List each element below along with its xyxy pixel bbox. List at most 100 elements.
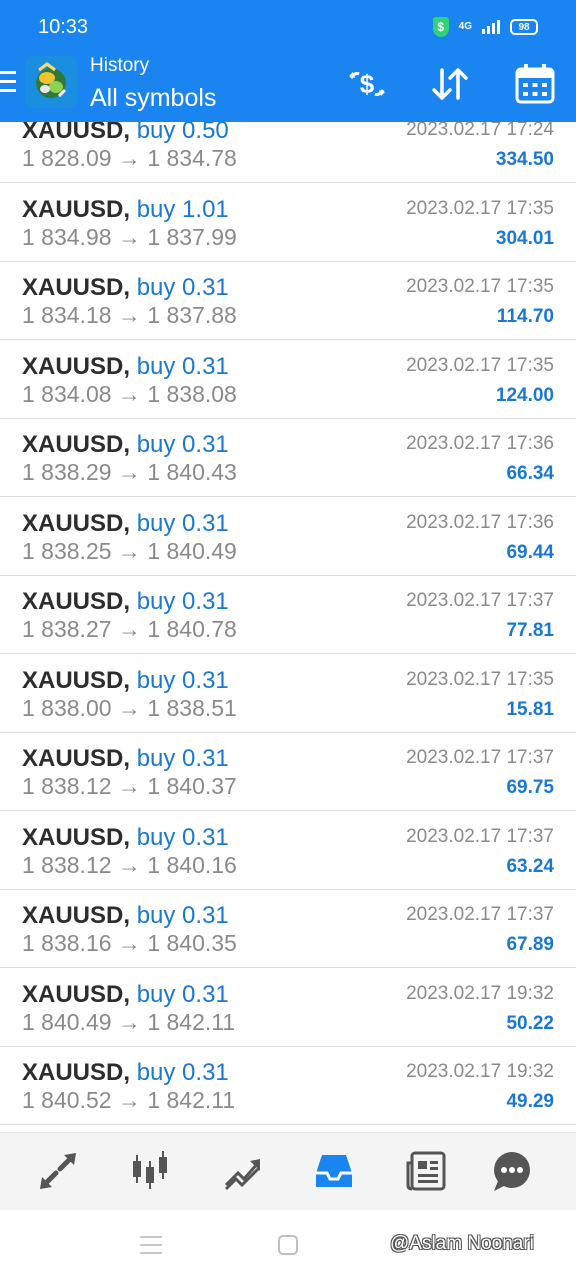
trade-side-volume: buy 0.31 bbox=[136, 352, 229, 380]
close-price: 1 840.35 bbox=[147, 930, 237, 956]
trade-row[interactable]: XAUUSD, buy 0.31 1 838.29 → 1 840.43 2023.… bbox=[0, 419, 576, 497]
svg-text:$: $ bbox=[360, 69, 375, 99]
trade-prices: 1 838.27 → 1 840.78 bbox=[22, 616, 237, 643]
currency-exchange-icon[interactable]: $ bbox=[345, 62, 389, 106]
trade-profit: 114.70 bbox=[496, 306, 554, 327]
trade-profit: 334.50 bbox=[495, 149, 554, 170]
trade-side-volume: buy 0.31 bbox=[136, 902, 229, 929]
open-price: 1 828.09 bbox=[22, 145, 112, 171]
symbol-name: XAUUSD, bbox=[22, 431, 131, 458]
trade-side-volume: buy 0.31 bbox=[136, 1059, 229, 1086]
trade-row[interactable]: XAUUSD, buy 0.31 1 838.16 → 1 840.35 2023.… bbox=[0, 890, 576, 968]
trade-row[interactable]: XAUUSD, buy 0.31 1 834.08 → 1 838.08 2023.… bbox=[0, 341, 576, 419]
news-icon[interactable] bbox=[404, 1149, 448, 1193]
open-price: 1 838.29 bbox=[22, 459, 112, 485]
trade-time: 2023.02.17 17:37 bbox=[406, 904, 554, 925]
trade-time: 2023.02.17 17:24 bbox=[406, 122, 554, 140]
home-icon[interactable] bbox=[278, 1235, 298, 1255]
trade-time: 2023.02.17 17:35 bbox=[406, 197, 554, 219]
battery-icon: 98 bbox=[510, 19, 538, 35]
trade-profit: 69.75 bbox=[506, 777, 554, 798]
symbol-name: XAUUSD, bbox=[22, 274, 131, 301]
arrow-icon: → bbox=[117, 223, 141, 250]
trade-row[interactable]: XAUUSD, buy 0.31 1 838.25 → 1 840.49 2023.… bbox=[0, 498, 576, 576]
trade-profit: 69.44 bbox=[506, 541, 554, 563]
trade-side-volume: buy 0.31 bbox=[136, 980, 229, 1008]
close-price: 1 840.43 bbox=[147, 459, 237, 485]
calendar-icon[interactable] bbox=[513, 62, 557, 106]
recent-apps-icon[interactable] bbox=[140, 1236, 162, 1256]
close-price: 1 842.11 bbox=[147, 1087, 236, 1113]
trade-side-volume: buy 0.31 bbox=[136, 431, 229, 458]
trade-profit: 50.22 bbox=[506, 1012, 554, 1034]
sort-icon[interactable] bbox=[428, 62, 472, 106]
arrow-icon: → bbox=[117, 1087, 141, 1113]
trade-symbol: XAUUSD, buy 0.50 bbox=[22, 122, 229, 145]
trade-prices: 1 834.18 → 1 837.88 bbox=[22, 302, 237, 329]
symbol-name: XAUUSD, bbox=[22, 1059, 131, 1086]
trade-history-list[interactable]: XAUUSD, buy 0.50 1 828.09 → 1 834.78 2023.… bbox=[0, 122, 576, 1132]
shield-icon: $ bbox=[432, 17, 449, 37]
trade-prices: 1 828.09 → 1 834.78 bbox=[22, 145, 237, 172]
quotes-icon[interactable] bbox=[36, 1149, 80, 1193]
trade-profit: 63.24 bbox=[506, 855, 554, 877]
chat-icon[interactable] bbox=[490, 1149, 534, 1193]
watermark: @Aslam Noonari bbox=[390, 1233, 534, 1254]
trade-prices: 1 834.98 → 1 837.99 bbox=[22, 224, 237, 251]
trade-row[interactable]: XAUUSD, buy 0.50 1 828.09 → 1 834.78 2023.… bbox=[0, 122, 576, 183]
trade-row[interactable]: XAUUSD, buy 0.31 1 840.52 → 1 842.11 2023.… bbox=[0, 1047, 576, 1125]
trade-side-volume: buy 0.31 bbox=[136, 274, 229, 301]
trade-time: 2023.02.17 19:32 bbox=[406, 1061, 554, 1082]
symbol-filter[interactable]: All symbols bbox=[90, 84, 216, 113]
trade-row[interactable]: XAUUSD, buy 1.01 1 834.98 → 1 837.99 2023.… bbox=[0, 184, 576, 262]
arrow-icon: → bbox=[117, 145, 141, 171]
system-navigation-bar: @Aslam Noonari bbox=[0, 1210, 576, 1280]
open-price: 1 840.49 bbox=[22, 1008, 112, 1035]
open-price: 1 838.16 bbox=[22, 930, 112, 956]
charts-icon[interactable] bbox=[128, 1149, 172, 1193]
symbol-name: XAUUSD, bbox=[22, 666, 131, 694]
arrow-icon: → bbox=[117, 773, 141, 799]
history-icon[interactable] bbox=[312, 1149, 356, 1193]
arrow-icon: → bbox=[117, 694, 141, 721]
trade-time: 2023.02.17 17:36 bbox=[406, 511, 554, 533]
symbol-name: XAUUSD, bbox=[22, 509, 131, 537]
status-icons: $ 4G 98 bbox=[432, 17, 538, 37]
close-price: 1 840.78 bbox=[147, 616, 237, 642]
arrow-icon: → bbox=[117, 302, 141, 328]
trade-profit: 15.81 bbox=[506, 698, 554, 720]
trade-symbol: XAUUSD, buy 0.31 bbox=[22, 745, 229, 773]
trade-row[interactable]: XAUUSD, buy 0.31 1 838.12 → 1 840.37 2023.… bbox=[0, 733, 576, 811]
symbol-name: XAUUSD, bbox=[22, 352, 131, 380]
trade-row[interactable]: XAUUSD, buy 0.31 1 838.27 → 1 840.78 2023.… bbox=[0, 576, 576, 654]
trade-symbol: XAUUSD, buy 0.31 bbox=[22, 902, 229, 930]
symbol-name: XAUUSD, bbox=[22, 588, 131, 615]
trade-row[interactable]: XAUUSD, buy 0.31 1 834.18 → 1 837.88 2023.… bbox=[0, 262, 576, 340]
trade-symbol: XAUUSD, buy 1.01 bbox=[22, 196, 229, 224]
network-type: 4G bbox=[458, 21, 472, 32]
trade-prices: 1 838.29 → 1 840.43 bbox=[22, 459, 237, 486]
trade-row[interactable]: XAUUSD, buy 0.31 1 840.49 → 1 842.11 2023.… bbox=[0, 969, 576, 1047]
trade-prices: 1 838.25 → 1 840.49 bbox=[22, 538, 237, 565]
trade-row[interactable]: XAUUSD, buy 0.31 1 838.00 → 1 838.51 2023.… bbox=[0, 655, 576, 733]
signal-icon bbox=[482, 20, 500, 34]
menu-icon[interactable] bbox=[0, 71, 16, 95]
trade-icon[interactable] bbox=[220, 1149, 264, 1193]
trade-row[interactable]: XAUUSD, buy 0.31 1 838.12 → 1 840.16 2023.… bbox=[0, 812, 576, 890]
trade-prices: 1 838.12 → 1 840.16 bbox=[22, 852, 237, 879]
close-price: 1 840.16 bbox=[147, 851, 237, 878]
arrow-icon: → bbox=[117, 380, 141, 407]
page-title: History bbox=[90, 55, 150, 76]
trade-prices: 1 840.49 → 1 842.11 bbox=[22, 1009, 235, 1036]
open-price: 1 838.00 bbox=[22, 694, 112, 721]
open-price: 1 834.18 bbox=[22, 302, 112, 328]
trade-time: 2023.02.17 17:35 bbox=[406, 276, 554, 297]
metatrader-logo bbox=[25, 56, 77, 108]
open-price: 1 838.25 bbox=[22, 537, 112, 564]
open-price: 1 834.98 bbox=[22, 223, 112, 250]
trade-time: 2023.02.17 17:35 bbox=[406, 668, 554, 690]
trade-prices: 1 840.52 → 1 842.11 bbox=[22, 1087, 235, 1114]
close-price: 1 838.51 bbox=[147, 694, 237, 721]
close-price: 1 840.37 bbox=[147, 773, 237, 799]
trade-time: 2023.02.17 17:37 bbox=[406, 747, 554, 768]
